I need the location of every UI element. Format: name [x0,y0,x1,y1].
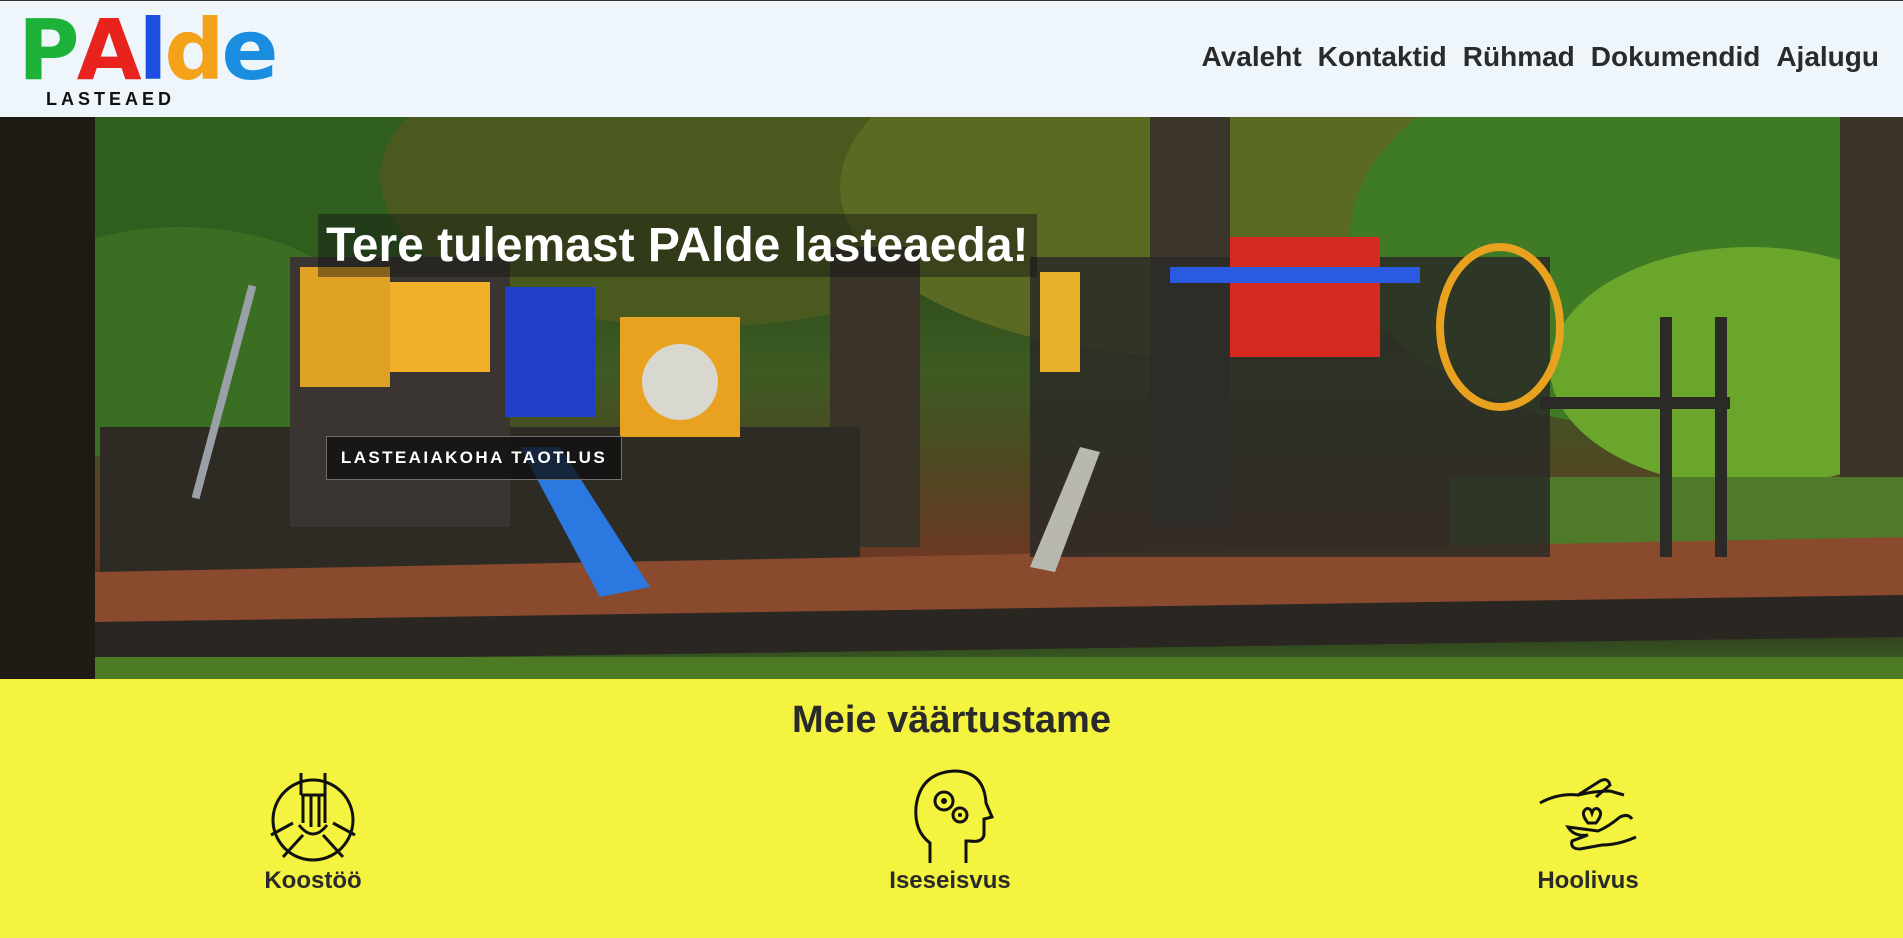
nav-item-kontaktid[interactable]: Kontaktid [1318,41,1447,73]
nav-item-avaleht[interactable]: Avaleht [1202,41,1302,73]
value-label-iseseisvus: Iseseisvus [889,867,1011,894]
logo-wordmark: P A l d e [18,1,279,99]
value-label-koostoo: Koostöö [264,867,362,894]
values-section: Meie väärtustame Koostöö Iseseisvus Hool… [0,679,1903,938]
teamwork-hands-icon [270,773,356,862]
logo-letter-p: P [18,1,80,99]
application-button[interactable]: LASTEAIAKOHA TAOTLUS [326,436,622,480]
head-gears-icon [914,769,995,863]
site-header: P A l d e LASTEAED Avaleht Kontaktid Rüh… [0,0,1903,117]
palde-logo[interactable]: P A l d e LASTEAED [18,1,279,109]
hero-title: Tere tulemast PAlde lasteaeda! [318,214,1037,277]
logo-letter-d: d [164,1,224,99]
caring-hands-heart-icon [1539,778,1637,851]
playground-photo [0,117,1903,679]
values-title: Meie väärtustame [792,699,1111,741]
value-item-iseseisvus: Iseseisvus [850,765,1050,895]
nav-item-ajalugu[interactable]: Ajalugu [1776,41,1879,73]
nav-item-ruhmad[interactable]: Rühmad [1463,41,1575,73]
value-label-hoolivus: Hoolivus [1537,867,1639,894]
logo-subtitle: LASTEAED [46,89,176,109]
hero-banner: Tere tulemast PAlde lasteaeda! LASTEAIAK… [0,117,1903,679]
nav-item-dokumendid[interactable]: Dokumendid [1591,41,1761,73]
value-item-koostoo: Koostöö [213,765,413,895]
logo-letter-a: A [76,1,142,99]
logo-letter-e: e [221,1,279,99]
logo-letter-l: l [138,1,168,99]
value-item-hoolivus: Hoolivus [1488,765,1688,895]
main-nav: Avaleht Kontaktid Rühmad Dokumendid Ajal… [1202,41,1879,73]
